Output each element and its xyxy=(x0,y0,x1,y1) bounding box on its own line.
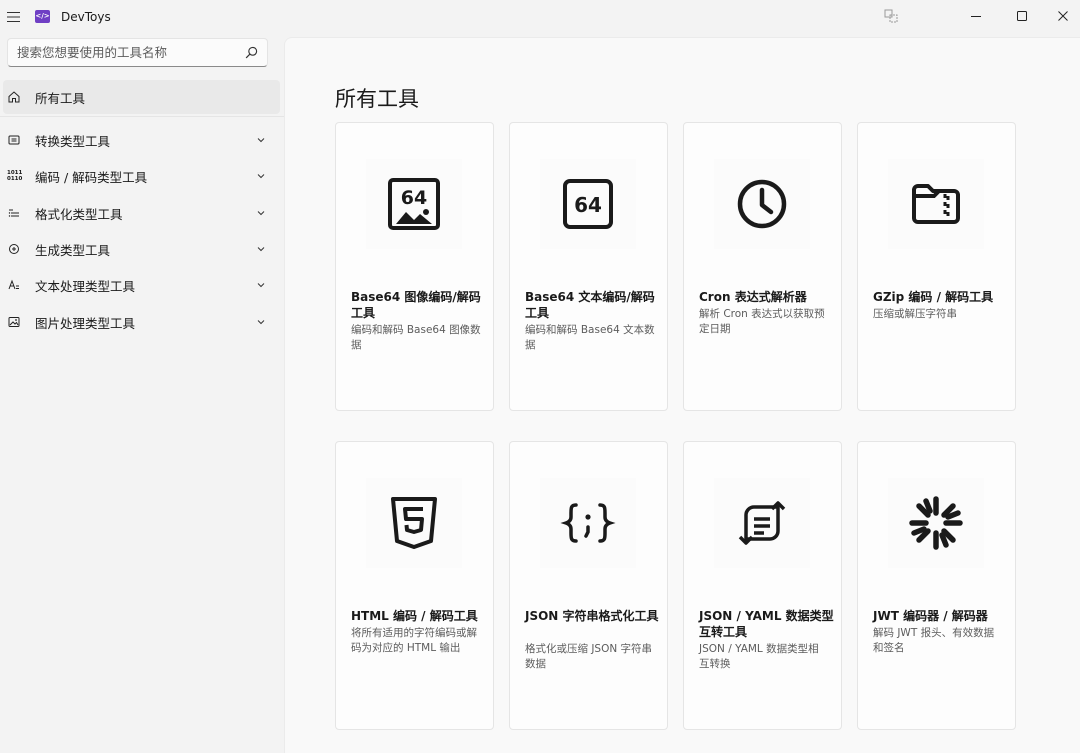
compact-overlay-icon xyxy=(884,9,898,23)
chevron-down-icon[interactable] xyxy=(256,135,266,145)
generator-icon xyxy=(7,242,21,256)
card-title: Cron 表达式解析器 xyxy=(699,290,807,304)
sidebar-item-label: 转换类型工具 xyxy=(35,133,111,149)
card-title: HTML 编码 / 解码工具 xyxy=(351,609,478,623)
chevron-down-icon[interactable] xyxy=(256,317,266,327)
close-button[interactable] xyxy=(1045,0,1080,32)
clock-icon xyxy=(714,159,810,249)
sidebar-item-formatters[interactable]: 格式化类型工具 xyxy=(0,196,280,230)
card-description: 格式化或压缩 JSON 字符串数据 xyxy=(525,643,653,670)
base64-image-icon: 64 xyxy=(366,159,462,249)
card-title: GZip 编码 / 解码工具 xyxy=(873,290,994,304)
svg-text:64: 64 xyxy=(401,187,427,209)
app-title: DevToys xyxy=(61,10,111,24)
search-icon[interactable] xyxy=(245,46,258,59)
hamburger-menu-icon[interactable] xyxy=(6,9,22,25)
sidebar-item-generators[interactable]: 生成类型工具 xyxy=(0,232,280,266)
sidebar-item-graphic[interactable]: 图片处理类型工具 xyxy=(0,305,280,339)
card-title: Base64 文本编码/解码工具 xyxy=(525,290,655,320)
tool-card-jwt[interactable]: JWT 编码器 / 解码器 解码 JWT 报头、有效数据和签名 xyxy=(857,441,1016,730)
minimize-button[interactable] xyxy=(953,0,999,32)
tool-card-gzip[interactable]: GZip 编码 / 解码工具 压缩或解压字符串 xyxy=(857,122,1016,411)
sidebar-item-label: 格式化类型工具 xyxy=(35,206,123,222)
sidebar-item-converters[interactable]: 转换类型工具 xyxy=(0,123,280,157)
sidebar-item-label: 图片处理类型工具 xyxy=(35,315,136,331)
binary-icon: 1011 0110 xyxy=(7,170,23,182)
tool-card-json-yaml[interactable]: JSON / YAML 数据类型互转工具 JSON / YAML 数据类型相互转… xyxy=(683,441,842,730)
app-logo-icon: </> xyxy=(35,10,50,23)
text-icon xyxy=(7,278,21,292)
chevron-down-icon[interactable] xyxy=(256,244,266,254)
minimize-icon xyxy=(971,16,981,17)
chevron-down-icon[interactable] xyxy=(256,280,266,290)
sidebar-item-label: 编码 / 解码类型工具 xyxy=(35,169,148,185)
card-title: JSON / YAML 数据类型互转工具 xyxy=(699,609,834,639)
close-icon xyxy=(1057,11,1068,21)
converter-icon xyxy=(7,133,21,147)
tool-card-cron-parser[interactable]: Cron 表达式解析器 解析 Cron 表达式以获取预定日期 xyxy=(683,122,842,411)
jwt-icon xyxy=(888,478,984,568)
sidebar-divider xyxy=(0,116,284,117)
card-description: 解码 JWT 报头、有效数据和签名 xyxy=(873,627,995,654)
page-title: 所有工具 xyxy=(335,87,419,111)
sidebar-item-encoders[interactable]: 1011 0110 编码 / 解码类型工具 xyxy=(0,159,280,193)
chevron-down-icon[interactable] xyxy=(256,171,266,181)
card-description: 编码和解码 Base64 图像数据 xyxy=(351,324,481,351)
card-title: JSON 字符串格式化工具 xyxy=(525,609,659,623)
tool-card-html-encoder[interactable]: HTML 编码 / 解码工具 将所有适用的字符编码或解码为对应的 HTML 输出 xyxy=(335,441,494,730)
formatter-icon xyxy=(7,206,21,220)
sidebar-item-label: 生成类型工具 xyxy=(35,242,111,258)
card-description: 压缩或解压字符串 xyxy=(873,308,957,320)
card-description: 编码和解码 Base64 文本数据 xyxy=(525,324,655,351)
compact-overlay-button[interactable] xyxy=(868,0,914,32)
card-title: JWT 编码器 / 解码器 xyxy=(873,609,988,623)
sidebar-item-all-tools[interactable]: 所有工具 xyxy=(3,80,280,114)
maximize-icon xyxy=(1017,11,1027,21)
maximize-button[interactable] xyxy=(999,0,1045,32)
zip-folder-icon xyxy=(888,159,984,249)
sidebar-item-text[interactable]: 文本处理类型工具 xyxy=(0,268,280,302)
swap-lines-icon xyxy=(714,478,810,568)
tool-card-json-formatter[interactable]: JSON 字符串格式化工具 格式化或压缩 JSON 字符串数据 xyxy=(509,441,668,730)
card-description: 将所有适用的字符编码或解码为对应的 HTML 输出 xyxy=(351,627,477,654)
svg-text:64: 64 xyxy=(574,193,602,217)
sidebar-item-label: 所有工具 xyxy=(35,90,86,106)
home-icon xyxy=(7,90,21,104)
image-icon xyxy=(7,315,21,329)
title-bar: </> DevToys xyxy=(0,0,1080,36)
sidebar-item-label: 文本处理类型工具 xyxy=(35,278,136,294)
search-box xyxy=(7,38,268,67)
tool-card-base64-text[interactable]: 64 Base64 文本编码/解码工具 编码和解码 Base64 文本数据 xyxy=(509,122,668,411)
chevron-down-icon[interactable] xyxy=(256,208,266,218)
card-description: JSON / YAML 数据类型相互转换 xyxy=(699,643,819,670)
braces-icon xyxy=(540,478,636,568)
html5-icon xyxy=(366,478,462,568)
card-title: Base64 图像编码/解码工具 xyxy=(351,290,481,320)
card-description: 解析 Cron 表达式以获取预定日期 xyxy=(699,308,825,335)
search-input[interactable] xyxy=(8,39,236,66)
tool-card-base64-image[interactable]: 64 Base64 图像编码/解码工具 编码和解码 Base64 图像数据 xyxy=(335,122,494,411)
base64-text-icon: 64 xyxy=(540,159,636,249)
